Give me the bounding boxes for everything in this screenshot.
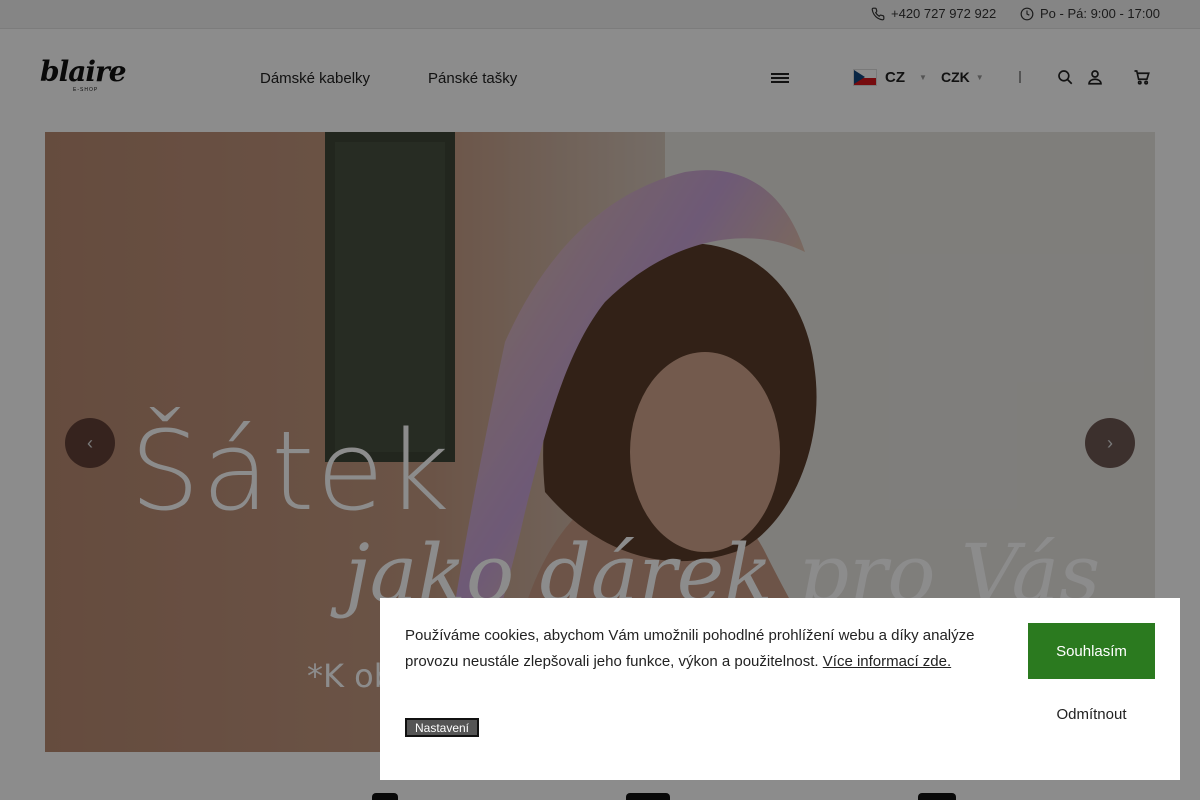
more-info-link[interactable]: Více informací zde. bbox=[823, 653, 951, 670]
reject-cookies-button[interactable]: Odmítnout bbox=[1028, 694, 1155, 734]
accept-cookies-button[interactable]: Souhlasím bbox=[1028, 623, 1155, 679]
cookie-settings-button[interactable]: Nastavení bbox=[405, 718, 479, 737]
cookie-message: Používáme cookies, abychom Vám umožnili … bbox=[405, 623, 975, 674]
cookie-consent-dialog: Používáme cookies, abychom Vám umožnili … bbox=[380, 598, 1180, 780]
